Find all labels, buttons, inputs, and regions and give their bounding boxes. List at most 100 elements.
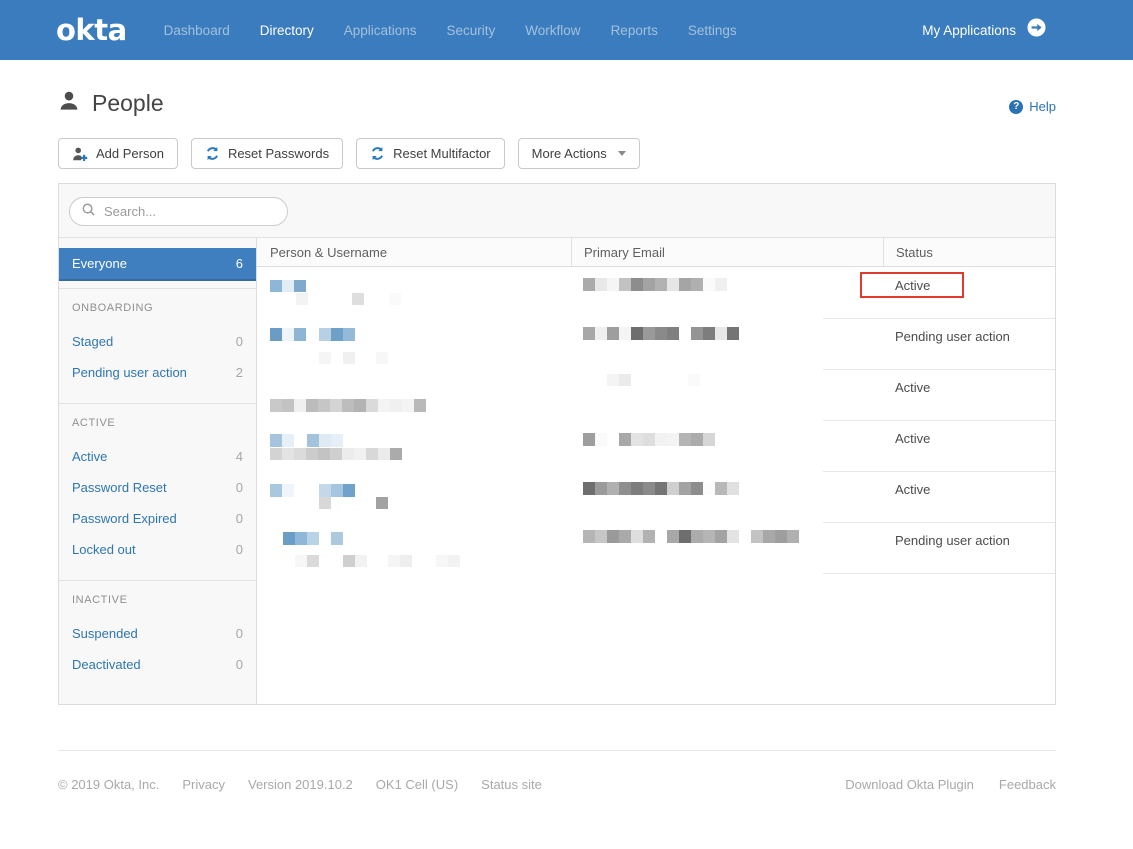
add-person-button[interactable]: Add Person — [58, 138, 178, 169]
sidebar-group-header: INACTIVE — [72, 594, 243, 607]
status-cell: Active — [895, 431, 930, 446]
sidebar-item-label[interactable]: Password Expired — [72, 511, 177, 531]
nav-link-reports[interactable]: Reports — [611, 23, 658, 38]
footer-version-2019-10-2: Version 2019.10.2 — [248, 777, 353, 792]
nav-link-security[interactable]: Security — [447, 23, 496, 38]
nav-link-applications[interactable]: Applications — [344, 23, 417, 38]
footer-2019-okta-inc: © 2019 Okta, Inc. — [58, 777, 159, 792]
status-cell: Pending user action — [895, 329, 1010, 344]
okta-logo[interactable]: okta — [56, 13, 127, 47]
sidebar-item-count: 0 — [236, 480, 243, 500]
more-actions-button[interactable]: More Actions — [518, 138, 640, 169]
sidebar-item-count: 0 — [236, 511, 243, 531]
redacted-text — [583, 278, 703, 291]
button-label: Reset Passwords — [228, 146, 329, 161]
redacted-text — [583, 433, 607, 446]
redacted-text — [691, 327, 739, 340]
search-area — [59, 184, 1055, 238]
sidebar-item-password-expired[interactable]: Password Expired 0 — [72, 511, 243, 531]
help-icon[interactable]: ? — [1009, 100, 1023, 114]
sidebar-item-label[interactable]: Active — [72, 449, 107, 469]
sidebar-item-count: 6 — [236, 256, 243, 271]
search-input[interactable] — [102, 203, 272, 220]
sidebar-item-pending-user-action[interactable]: Pending user action 2 — [72, 365, 243, 385]
redacted-text — [436, 555, 460, 567]
footer-divider — [58, 750, 1056, 751]
nav-link-workflow[interactable]: Workflow — [525, 23, 580, 38]
my-applications[interactable]: My Applications — [922, 18, 1046, 42]
redacted-text — [703, 278, 727, 291]
redacted-text — [295, 555, 319, 567]
page-head: People — [58, 89, 164, 117]
sidebar-item-label[interactable]: Pending user action — [72, 365, 187, 385]
sidebar-item-staged[interactable]: Staged 0 — [72, 334, 243, 354]
redacted-text — [376, 352, 388, 364]
sidebar-item-label[interactable]: Staged — [72, 334, 113, 354]
redacted-text — [343, 352, 355, 364]
help-label[interactable]: Help — [1029, 99, 1056, 114]
nav-link-dashboard[interactable]: Dashboard — [164, 23, 230, 38]
redacted-text — [270, 280, 306, 292]
arrow-right-circle-icon[interactable] — [1027, 18, 1046, 42]
top-nav: okta Dashboard Directory Applications Secur… — [0, 0, 1133, 60]
refresh-icon — [205, 146, 220, 161]
row-separator — [823, 318, 1055, 319]
sidebar-group-active: ACTIVEActive4Password Reset0Password Exp… — [59, 403, 256, 580]
sidebar-item-label[interactable]: Locked out — [72, 542, 136, 562]
nav-link-settings[interactable]: Settings — [688, 23, 737, 38]
sidebar-item-everyone[interactable]: Everyone 6 — [59, 248, 256, 281]
footer-feedback[interactable]: Feedback — [999, 777, 1056, 792]
footer-download-okta-plugin[interactable]: Download Okta Plugin — [845, 777, 974, 792]
reset-multifactor-button[interactable]: Reset Multifactor — [356, 138, 505, 169]
sidebar-item-label: Everyone — [72, 256, 127, 271]
status-cell: Active — [895, 482, 930, 497]
sidebar-item-count: 0 — [236, 542, 243, 562]
redacted-text — [331, 532, 343, 545]
nav-link-directory[interactable]: Directory — [260, 23, 314, 38]
redacted-text — [270, 434, 294, 447]
sidebar-item-active[interactable]: Active4 — [72, 449, 243, 469]
column-header-email[interactable]: Primary Email — [571, 238, 883, 266]
toolbar: Add Person Reset Passwords Reset Multifact… — [58, 138, 640, 169]
redacted-text — [751, 530, 799, 543]
sidebar-item-password-reset[interactable]: Password Reset 0 — [72, 480, 243, 500]
footer-status-site[interactable]: Status site — [481, 777, 542, 792]
redacted-text — [667, 530, 739, 543]
redacted-text — [343, 555, 367, 567]
sidebar-item-count: 0 — [236, 334, 243, 354]
reset-passwords-button[interactable]: Reset Passwords — [191, 138, 343, 169]
redacted-text — [319, 497, 331, 509]
sidebar-item-deactivated[interactable]: Deactivated 0 — [72, 657, 243, 677]
search-box[interactable] — [69, 197, 288, 226]
redacted-text — [583, 530, 655, 543]
redacted-text — [319, 328, 355, 341]
column-header-status[interactable]: Status — [883, 238, 1055, 266]
sidebar-group-onboarding: ONBOARDING Staged 0 Pending user action 2 — [59, 288, 256, 403]
sidebar-group-header: ACTIVE — [72, 417, 243, 430]
redacted-text — [270, 484, 294, 497]
sidebar-item-label[interactable]: Deactivated — [72, 657, 141, 677]
help-link[interactable]: ? Help — [1009, 99, 1056, 114]
sidebar-item-locked-out[interactable]: Locked out 0 — [72, 542, 243, 562]
sidebar-group-header: ONBOARDING — [72, 302, 243, 315]
footer-ok1-cell-us: OK1 Cell (US) — [376, 777, 458, 792]
page-title: People — [92, 90, 164, 117]
sidebar-item-label[interactable]: Suspended — [72, 626, 138, 646]
redacted-text — [283, 532, 319, 545]
sidebar-item-label[interactable]: Password Reset — [72, 480, 167, 500]
redacted-text — [583, 327, 679, 340]
footer-privacy[interactable]: Privacy — [182, 777, 225, 792]
sidebar-item-count: 0 — [236, 657, 243, 677]
refresh-icon — [370, 146, 385, 161]
redacted-text — [270, 399, 426, 412]
sidebar-item-suspended[interactable]: Suspended0 — [72, 626, 243, 646]
button-label: Add Person — [96, 146, 164, 161]
filter-sidebar: Everyone 6 ONBOARDING Staged 0 Pending user… — [59, 238, 257, 704]
redacted-text — [376, 497, 388, 509]
row-separator — [823, 471, 1055, 472]
column-header-person[interactable]: Person & Username — [257, 238, 571, 266]
redacted-text — [607, 374, 631, 386]
my-applications-label[interactable]: My Applications — [922, 23, 1016, 38]
sidebar-item-count: 2 — [236, 365, 243, 385]
nav-links: Dashboard Directory Applications Security Wo… — [164, 23, 737, 38]
